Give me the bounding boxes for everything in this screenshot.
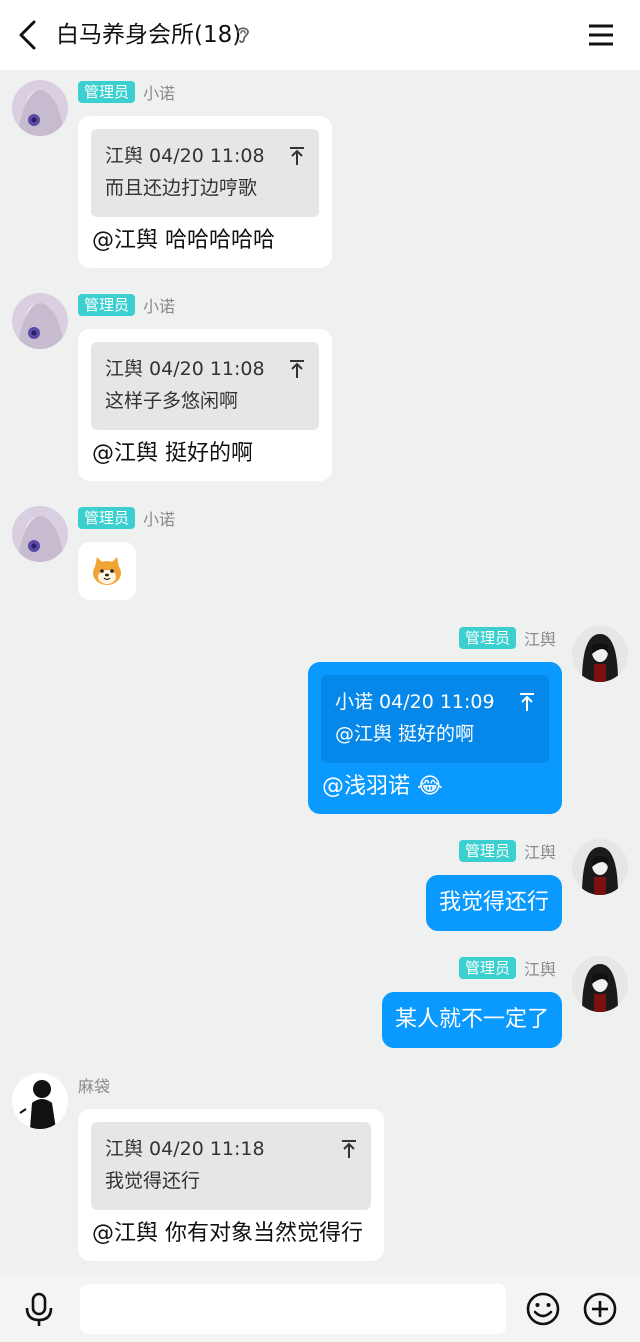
avatar[interactable] (572, 956, 628, 1012)
chat-title: 白马养身会所(18) (56, 22, 242, 48)
avatar[interactable] (12, 506, 68, 562)
message-meta: 管理员 小诺 (78, 294, 175, 316)
quote-text: @江舆 挺好的啊 (335, 723, 475, 745)
quoted-message[interactable]: 江舆 04/20 11:08 而且还边打边哼歌 (91, 129, 319, 217)
avatar[interactable] (572, 626, 628, 682)
message-item: 麻袋 江舆 04/20 11:18 我觉得还行 @江舆 你有对象当然觉得行 (0, 1073, 640, 1265)
chat-header: 白马养身会所(18) (0, 0, 640, 70)
avatar[interactable] (12, 1073, 68, 1129)
message-text: @江舆 你有对象当然觉得行 (92, 1221, 363, 1246)
scroll-to-quote-icon[interactable] (289, 146, 305, 166)
sender-name: 江舆 (523, 630, 556, 649)
message-meta: 管理员 小诺 (78, 81, 175, 103)
message-meta: 管理员 江舆 (458, 957, 556, 979)
message-meta: 麻袋 (78, 1074, 110, 1096)
back-arrow-icon[interactable] (14, 19, 42, 51)
sender-name: 小诺 (143, 297, 176, 316)
message-text: 某人就不一定了 (394, 1007, 549, 1032)
message-input[interactable] (80, 1284, 506, 1334)
message-bubble[interactable]: 我觉得还行 (425, 875, 562, 931)
message-bubble[interactable]: 江舆 04/20 11:08 而且还边打边哼歌 @江舆 哈哈哈哈哈 (78, 116, 332, 268)
quote-author-time: 江舆 04/20 11:08 (105, 145, 265, 167)
sender-name: 小诺 (143, 510, 176, 529)
message-item: 管理员 小诺 江舆 04/20 11:08 这样子多悠闲啊 @江舆 挺好的啊 (0, 293, 640, 483)
admin-badge: 管理员 (78, 294, 136, 316)
menu-icon[interactable] (587, 21, 615, 49)
emoji-icon[interactable] (525, 1291, 561, 1327)
quote-author-time: 江舆 04/20 11:08 (105, 358, 265, 380)
message-bubble[interactable]: 某人就不一定了 (381, 992, 562, 1048)
avatar[interactable] (12, 80, 68, 136)
admin-badge: 管理员 (458, 957, 516, 979)
quoted-message[interactable]: 江舆 04/20 11:08 这样子多悠闲啊 (91, 342, 319, 430)
admin-badge: 管理员 (458, 840, 516, 862)
quote-text: 这样子多悠闲啊 (105, 390, 239, 412)
quote-author-time: 小诺 04/20 11:09 (335, 691, 495, 713)
quoted-message[interactable]: 小诺 04/20 11:09 @江舆 挺好的啊 (321, 675, 549, 763)
sender-name: 小诺 (143, 84, 176, 103)
quote-text: 而且还边打边哼歌 (105, 177, 258, 199)
scroll-to-quote-icon[interactable] (519, 692, 535, 712)
message-text: @江舆 哈哈哈哈哈 (92, 228, 275, 253)
add-more-icon[interactable] (582, 1291, 618, 1327)
quote-author-time: 江舆 04/20 11:18 (105, 1138, 265, 1160)
message-item: 管理员 江舆 小诺 04/20 11:09 @江舆 挺好的啊 @浅羽诺 😂 (0, 626, 640, 816)
quote-text: 我觉得还行 (105, 1170, 201, 1192)
scroll-to-quote-icon[interactable] (341, 1139, 357, 1159)
message-meta: 管理员 江舆 (458, 840, 556, 862)
shiba-sticker-icon (93, 557, 121, 585)
quoted-message[interactable]: 江舆 04/20 11:18 我觉得还行 (91, 1122, 371, 1210)
message-bubble[interactable] (78, 542, 136, 600)
sender-name: 江舆 (523, 843, 556, 862)
admin-badge: 管理员 (458, 627, 516, 649)
ear-icon (237, 27, 249, 43)
admin-badge: 管理员 (78, 507, 136, 529)
scroll-to-quote-icon[interactable] (289, 359, 305, 379)
avatar[interactable] (572, 839, 628, 895)
message-bubble[interactable]: 江舆 04/20 11:18 我觉得还行 @江舆 你有对象当然觉得行 (78, 1109, 384, 1261)
message-item: 管理员 江舆 某人就不一定了 (0, 956, 640, 1052)
message-meta: 管理员 小诺 (78, 507, 175, 529)
avatar[interactable] (12, 293, 68, 349)
message-bubble[interactable]: 江舆 04/20 11:08 这样子多悠闲啊 @江舆 挺好的啊 (78, 329, 332, 481)
message-bubble[interactable]: 小诺 04/20 11:09 @江舆 挺好的啊 @浅羽诺 😂 (308, 662, 562, 814)
message-meta: 管理员 江舆 (458, 627, 556, 649)
message-item: 管理员 江舆 我觉得还行 (0, 839, 640, 935)
input-bar (0, 1276, 640, 1342)
message-text: 我觉得还行 (438, 890, 549, 915)
message-item: 管理员 小诺 (0, 506, 640, 606)
sender-name: 江舆 (523, 960, 556, 979)
sender-name: 麻袋 (78, 1077, 111, 1096)
admin-badge: 管理员 (78, 81, 136, 103)
microphone-icon[interactable] (22, 1292, 56, 1328)
message-text: @江舆 挺好的啊 (92, 441, 253, 466)
message-item: 管理员 小诺 江舆 04/20 11:08 而且还边打边哼歌 @江舆 哈哈哈哈哈 (0, 80, 640, 270)
message-text: @浅羽诺 😂 (322, 774, 443, 799)
